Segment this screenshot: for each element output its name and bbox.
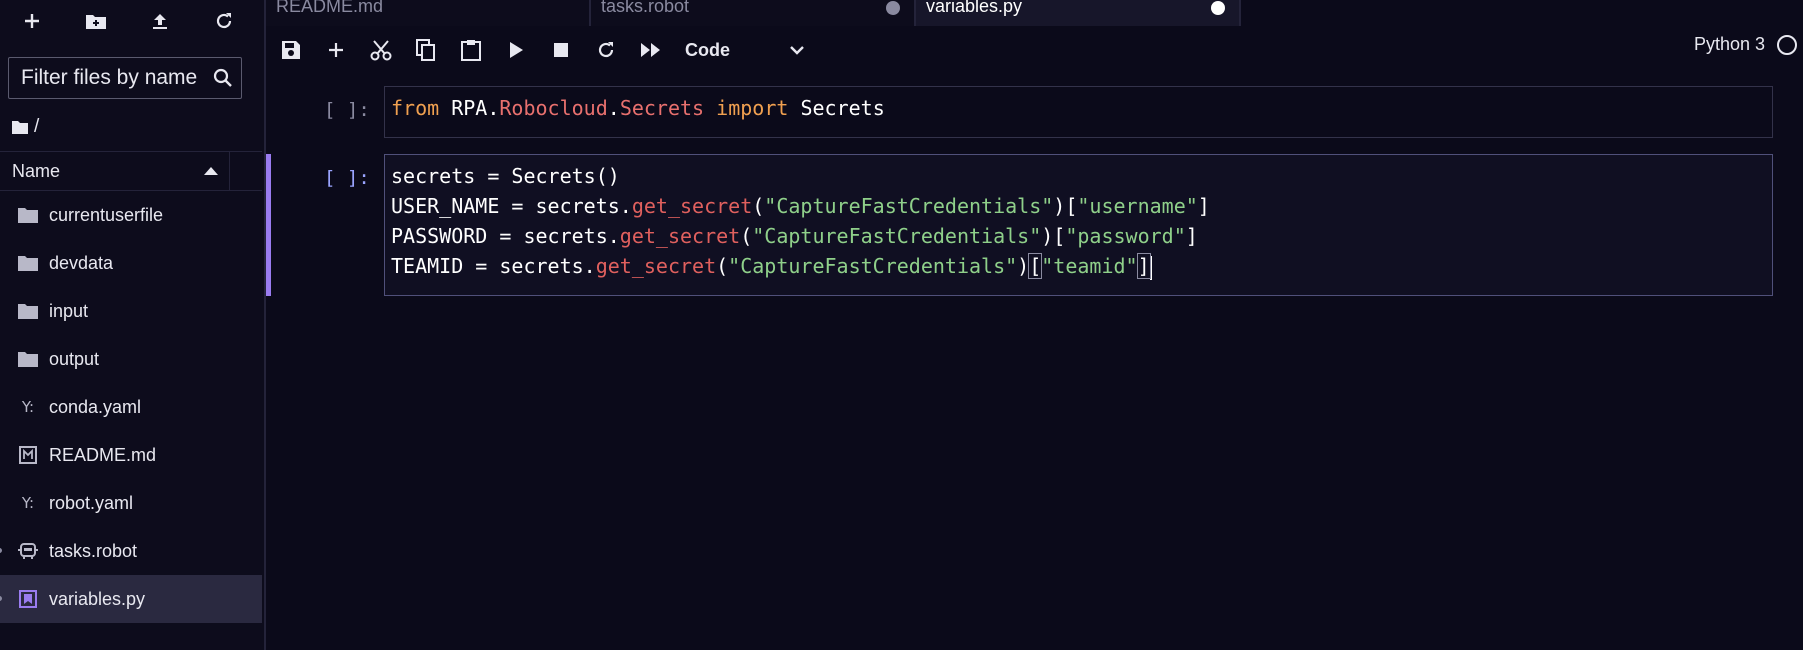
file-item-variables-py[interactable]: variables.py — [0, 575, 262, 623]
file-name: README.md — [49, 444, 157, 465]
copy-cell-button[interactable] — [403, 28, 448, 72]
paste-cell-button[interactable] — [448, 28, 493, 72]
chevron-down-icon — [790, 46, 804, 55]
tab-tasks-robot[interactable]: tasks.robot — [591, 0, 916, 26]
cell-prompt: [ ]: — [324, 99, 370, 121]
folder-icon — [12, 121, 28, 134]
cell-type-select[interactable]: Code — [685, 34, 805, 66]
markdown-icon — [16, 446, 40, 464]
running-indicator — [0, 596, 2, 601]
plus-icon — [25, 14, 39, 28]
yaml-icon: Y: — [21, 398, 35, 416]
yaml-icon: Y: — [21, 494, 35, 512]
python-file-icon — [16, 590, 40, 608]
tab-variables-py[interactable]: variables.py — [916, 0, 1241, 26]
tab-label: README.md — [276, 0, 384, 16]
file-name: robot.yaml — [49, 492, 134, 513]
name-column-header[interactable]: Name — [0, 161, 193, 182]
file-item-output[interactable]: output — [0, 335, 262, 383]
filter-files-search — [8, 57, 242, 99]
tab-readme[interactable]: README.md — [266, 0, 591, 26]
new-folder-icon — [86, 15, 106, 29]
file-item-robot-yaml[interactable]: Y: robot.yaml — [0, 479, 262, 527]
filter-files-input[interactable] — [9, 65, 205, 91]
kernel-idle-icon — [1777, 34, 1797, 55]
folder-icon — [16, 255, 40, 271]
robot-icon — [16, 542, 40, 560]
cell-prompt: [ ]: — [324, 167, 370, 189]
notebook-toolbar: Code Python 3 — [266, 26, 1803, 74]
file-item-devdata[interactable]: devdata — [0, 239, 262, 287]
upload-icon — [153, 14, 167, 29]
plus-icon — [328, 43, 343, 57]
cell-type-value: Code — [685, 39, 730, 60]
file-list: currentuserfile devdata input output Y: … — [0, 191, 262, 623]
file-browser-panel: / Name currentuserfile devdata input out… — [0, 0, 266, 650]
folder-icon — [16, 207, 40, 223]
search-icon[interactable] — [205, 68, 241, 88]
breadcrumb[interactable]: / — [12, 113, 39, 141]
refresh-icon — [598, 42, 613, 58]
upload-button[interactable] — [128, 0, 192, 42]
kernel-status[interactable]: Python 3 — [1694, 34, 1797, 55]
play-icon — [509, 42, 523, 58]
file-name: input — [49, 300, 89, 321]
active-cell-indicator — [266, 154, 271, 296]
save-button[interactable] — [268, 28, 313, 72]
new-folder-button[interactable] — [64, 0, 128, 42]
folder-icon — [16, 303, 40, 319]
run-cell-button[interactable] — [493, 28, 538, 72]
file-name: conda.yaml — [49, 396, 142, 417]
folder-icon — [16, 351, 40, 367]
unsaved-dot-icon[interactable] — [1211, 1, 1225, 15]
file-list-header: Name — [0, 151, 262, 191]
copy-icon — [415, 39, 435, 61]
file-item-input[interactable]: input — [0, 287, 262, 335]
clipboard-icon — [460, 40, 481, 61]
unsaved-dot-icon[interactable] — [886, 1, 900, 15]
file-item-conda-yaml[interactable]: Y: conda.yaml — [0, 383, 262, 431]
running-indicator — [0, 548, 2, 553]
restart-run-all-button[interactable] — [628, 28, 673, 72]
tab-label: variables.py — [926, 0, 1023, 16]
kernel-name[interactable]: Python 3 — [1694, 34, 1765, 55]
file-name: tasks.robot — [49, 540, 138, 561]
scissors-icon — [370, 40, 391, 61]
refresh-icon — [216, 13, 232, 29]
file-item-readme[interactable]: README.md — [0, 431, 262, 479]
file-name: currentuserfile — [49, 204, 164, 225]
file-name: output — [49, 348, 100, 369]
save-icon — [281, 41, 300, 59]
fast-forward-icon — [640, 43, 660, 57]
file-item-tasks-robot[interactable]: tasks.robot — [0, 527, 262, 575]
cell-editor[interactable]: secrets = Secrets() USER_NAME = secrets.… — [384, 154, 1773, 296]
document-tab-bar: README.md tasks.robot variables.py — [266, 0, 1803, 26]
cut-cell-button[interactable] — [358, 28, 403, 72]
refresh-button[interactable] — [192, 0, 256, 42]
code-cell-active[interactable]: [ ]: secrets = Secrets() USER_NAME = sec… — [266, 154, 1803, 296]
file-browser-toolbar — [0, 0, 264, 42]
file-name: devdata — [49, 252, 114, 273]
insert-cell-button[interactable] — [313, 28, 358, 72]
column-resize-handle[interactable] — [230, 152, 262, 190]
code-cell[interactable]: [ ]: from RPA.Robocloud.Secrets import S… — [266, 86, 1803, 138]
restart-kernel-button[interactable] — [583, 28, 628, 72]
cell-editor[interactable]: from RPA.Robocloud.Secrets import Secret… — [384, 86, 1773, 138]
file-name: variables.py — [49, 588, 146, 609]
interrupt-kernel-button[interactable] — [538, 28, 583, 72]
stop-icon — [553, 43, 568, 57]
sort-ascending-icon[interactable] — [193, 152, 230, 190]
tab-label: tasks.robot — [601, 0, 690, 16]
breadcrumb-path[interactable]: / — [34, 116, 39, 138]
new-launcher-button[interactable] — [0, 0, 64, 42]
file-item-currentuserfile[interactable]: currentuserfile — [0, 191, 262, 239]
